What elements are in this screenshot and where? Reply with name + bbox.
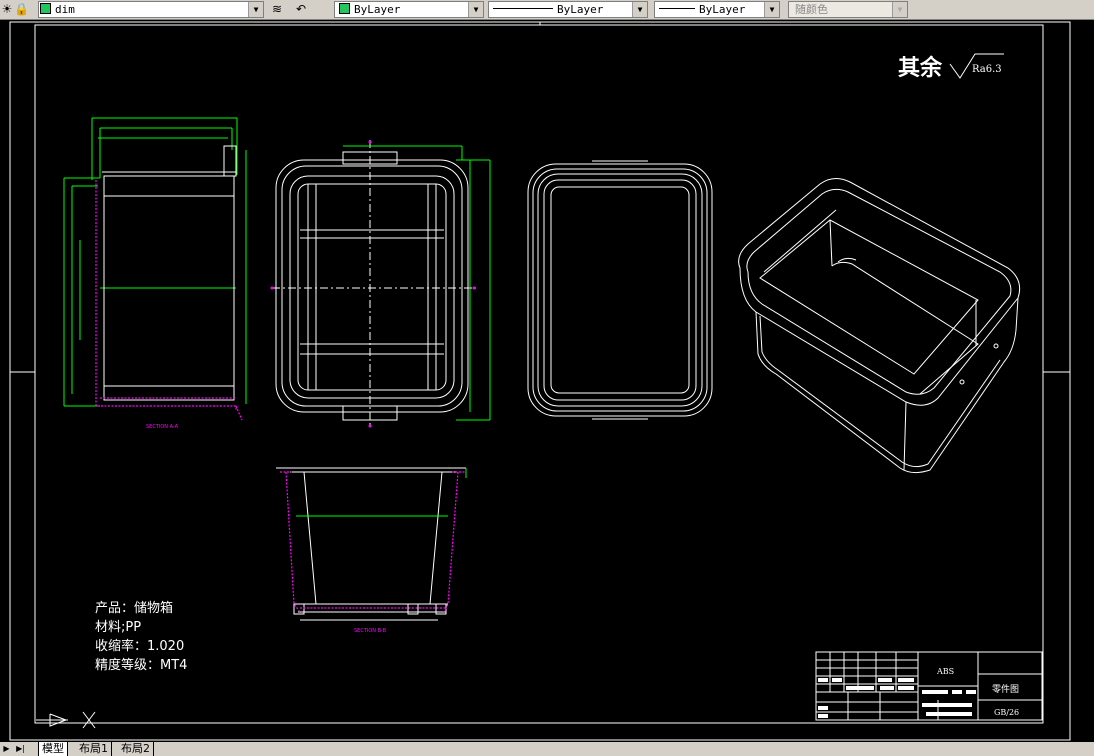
drawing-frame xyxy=(9,21,1071,741)
chevron-down-icon: ▼ xyxy=(892,2,907,17)
color-value: ByLayer xyxy=(354,3,401,16)
linetype-sample xyxy=(493,8,553,9)
chevron-down-icon[interactable]: ▼ xyxy=(468,2,483,17)
section-b-label: SECTION B-B xyxy=(354,628,387,634)
section-b-view: SECTION B-B xyxy=(276,467,467,634)
tab-last-icon[interactable]: ▶| xyxy=(16,743,25,754)
layer-color-swatch xyxy=(40,3,51,14)
lineweight-dropdown[interactable]: ByLayer ▼ xyxy=(654,1,780,18)
layer-previous-icon[interactable]: ↶ xyxy=(294,2,308,16)
roughness-symbol: 其余 Ra6.3 xyxy=(898,53,1004,81)
layer-name: dim xyxy=(55,3,75,16)
color-dropdown[interactable]: ByLayer ▼ xyxy=(334,1,484,18)
title-block-drawing-name: 零件图 xyxy=(992,683,1019,695)
chevron-down-icon[interactable]: ▼ xyxy=(764,2,779,17)
ucs-icon xyxy=(36,711,96,729)
product-notes: 产品：储物箱 材料;PP 收缩率：1.020 精度等级：MT4 xyxy=(95,600,187,673)
title-block-code: GB/26 xyxy=(994,708,1019,717)
layout-tabs-bar: ▶ ▶| 模型 布局1 布局2 xyxy=(0,742,1094,756)
note-accuracy-grade: 精度等级：MT4 xyxy=(95,657,187,673)
linetype-dropdown[interactable]: ByLayer ▼ xyxy=(488,1,648,18)
title-block-material: ABS xyxy=(936,667,954,676)
drawing-canvas[interactable]: 其余 Ra6.3 SECTION A-A SECTION B-B 产品：储物箱 … xyxy=(0,20,1094,742)
chevron-down-icon[interactable]: ▼ xyxy=(632,2,647,17)
plotstyle-value: 随颜色 xyxy=(795,3,828,16)
title-block: ABS 零件图 GB/26 xyxy=(815,651,1043,721)
color-swatch xyxy=(339,3,350,14)
tab-model[interactable]: 模型 xyxy=(38,742,68,756)
properties-toolbar: ☀ 🔒 dim ▼ ≋ ↶ ByLayer ▼ ByLayer ▼ ByLaye… xyxy=(0,0,1094,20)
plotstyle-dropdown: 随颜色 ▼ xyxy=(788,1,908,18)
note-shrinkage: 收缩率：1.020 xyxy=(95,638,184,654)
tab-layout1[interactable]: 布局1 xyxy=(76,742,112,756)
note-product: 产品：储物箱 xyxy=(95,600,173,616)
layer-manager-icon[interactable]: ≋ xyxy=(270,2,284,16)
tab-layout2[interactable]: 布局2 xyxy=(118,742,154,756)
section-a-view: SECTION A-A xyxy=(63,117,247,430)
roughness-value: Ra6.3 xyxy=(972,64,1002,75)
note-material: 材料;PP xyxy=(95,620,141,635)
bottom-view xyxy=(527,160,713,420)
chevron-down-icon[interactable]: ▼ xyxy=(248,2,263,17)
linetype-value: ByLayer xyxy=(557,3,604,16)
tab-next-icon[interactable]: ▶ xyxy=(2,743,11,754)
lineweight-value: ByLayer xyxy=(699,3,746,16)
isometric-view xyxy=(738,178,1021,474)
layer-dropdown[interactable]: dim ▼ xyxy=(38,1,264,18)
section-a-label: SECTION A-A xyxy=(146,424,179,430)
layer-state-icon[interactable]: ☀ xyxy=(0,2,14,16)
lineweight-sample xyxy=(659,8,695,9)
top-view xyxy=(270,140,491,428)
roughness-label: 其余 xyxy=(898,55,943,81)
lock-icon[interactable]: 🔒 xyxy=(14,2,29,16)
